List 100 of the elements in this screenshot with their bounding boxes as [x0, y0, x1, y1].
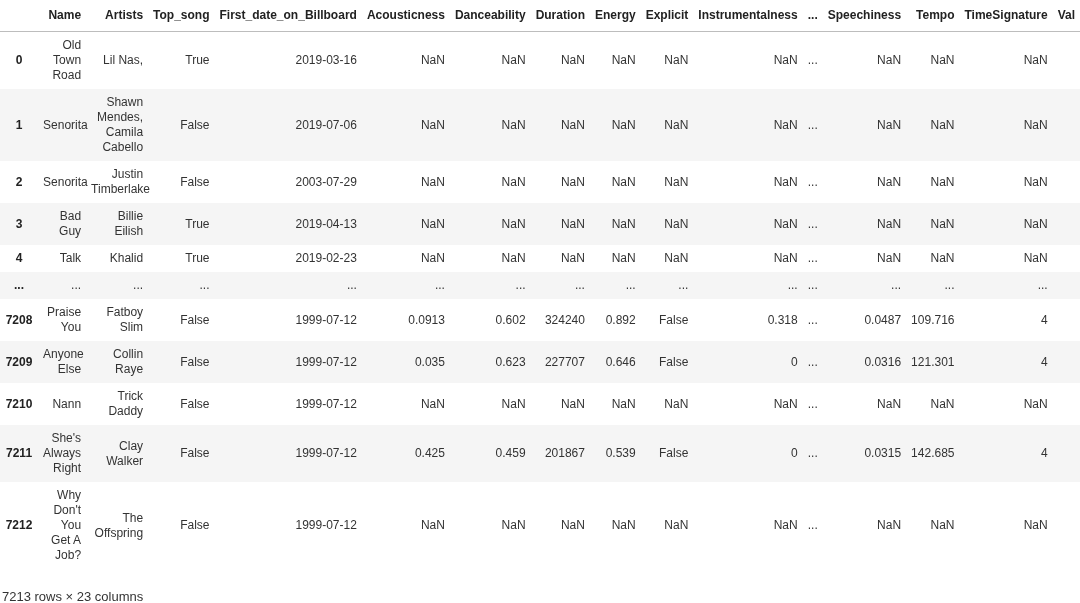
row-index: ... — [0, 272, 39, 299]
table-cell: 0.0913 — [408, 312, 445, 327]
table-cell: ... — [807, 518, 818, 532]
table-cell: 0 — [791, 446, 798, 460]
table-cell: 1999-07-12 — [295, 446, 357, 460]
table-cell: Bad Guy — [59, 209, 82, 238]
table-cell: NaN — [560, 174, 585, 189]
table-cell: NaN — [930, 518, 955, 532]
table-cell: ... — [807, 53, 818, 67]
table-cell: Anyone Else — [43, 347, 84, 376]
table-cell: NaN — [877, 117, 902, 132]
table-cell: 0.0316 — [864, 354, 902, 369]
table-cell: 0.459 — [495, 446, 526, 460]
table-cell: 121.301 — [911, 354, 955, 369]
table-cell: NaN — [930, 53, 955, 67]
table-cell: False — [180, 518, 210, 532]
table-cell: NaN — [1023, 117, 1048, 132]
table-cell: ... — [199, 278, 210, 292]
table-cell: NaN — [560, 53, 585, 67]
table-cell: NaN — [664, 174, 689, 189]
table-cell: NaN — [501, 117, 526, 132]
table-cell: ... — [515, 278, 526, 292]
table-cell: ... — [574, 278, 585, 292]
table-cell: NaN — [877, 251, 902, 265]
table-cell: True — [185, 53, 210, 67]
table-cell: False — [659, 312, 689, 327]
table-cell: ... — [678, 278, 689, 292]
table-cell: ... — [346, 278, 357, 292]
table-cell: NaN — [773, 117, 798, 132]
table-cell: NaN — [664, 216, 689, 231]
table-cell: NaN — [1023, 53, 1048, 67]
table-cell: NaN — [773, 216, 798, 231]
table-cell: NaN — [664, 396, 689, 411]
table-cell: Talk — [59, 251, 82, 265]
table-cell: 2019-04-13 — [295, 216, 357, 231]
table-cell: 1999-07-12 — [295, 312, 357, 327]
column-header: Artists — [86, 0, 149, 32]
table-cell: 0.646 — [605, 354, 636, 369]
table-cell: False — [180, 174, 210, 189]
table-cell: NaN — [560, 518, 585, 532]
table-cell: 2003-07-29 — [295, 174, 357, 189]
table-cell: NaN — [664, 251, 689, 265]
table-cell: 2019-02-23 — [295, 251, 357, 265]
table-cell: NaN — [773, 174, 798, 189]
table-cell: 227707 — [544, 354, 585, 369]
table-cell: NaN — [560, 216, 585, 231]
table-cell: 4 — [1040, 312, 1048, 327]
table-cell: Why Don't You Get A Job? — [51, 488, 82, 562]
table-cell: ... — [625, 278, 636, 292]
table-cell: NaN — [501, 216, 526, 231]
table-cell: Billie Eilish — [114, 209, 144, 238]
table-cell: 4 — [1040, 446, 1048, 460]
table-cell: NaN — [611, 174, 636, 189]
table-cell: 0.318 — [767, 312, 798, 327]
table-cell: NaN — [773, 396, 798, 411]
table-cell: Khalid — [109, 251, 144, 265]
table-cell: NaN — [611, 117, 636, 132]
row-index: 2 — [0, 161, 39, 203]
column-header: Tempo — [906, 0, 960, 32]
row-index: 7210 — [0, 383, 39, 425]
table-cell: NaN — [930, 216, 955, 231]
table-cell: NaN — [664, 53, 689, 67]
table-cell: NaN — [1023, 174, 1048, 189]
table-cell: 109.716 — [911, 312, 955, 327]
table-cell: Trick Daddy — [108, 389, 144, 418]
table-cell: 2019-07-06 — [295, 117, 357, 132]
table-cell: ... — [807, 216, 818, 231]
table-cell: False — [659, 446, 689, 460]
table-cell: NaN — [420, 174, 445, 189]
table-cell: NaN — [877, 518, 902, 532]
table-cell: True — [185, 216, 210, 231]
table-cell: NaN — [877, 53, 902, 67]
row-index: 7209 — [0, 341, 39, 383]
table-cell: NaN — [1023, 251, 1048, 265]
column-header: Explicit — [640, 0, 694, 32]
table-cell: 4 — [1040, 354, 1048, 369]
table-cell: ... — [807, 446, 818, 460]
table-cell: 0.623 — [495, 354, 526, 369]
table-cell: False — [180, 396, 210, 411]
table-cell: 0.892 — [605, 312, 636, 327]
table-cell: ... — [133, 278, 144, 292]
table-cell: Old Town Road — [52, 38, 82, 82]
column-header: Danceability — [449, 0, 531, 32]
table-cell: 2019-03-16 — [295, 53, 357, 67]
table-cell: 0.602 — [495, 312, 526, 327]
table-cell: ... — [434, 278, 445, 292]
table-cell: ... — [807, 117, 818, 132]
table-cell: Senorita — [43, 117, 88, 132]
table-cell: Senorita — [43, 174, 88, 189]
table-cell: NaN — [1023, 396, 1048, 411]
table-cell: False — [180, 312, 210, 327]
table-cell: NaN — [560, 117, 585, 132]
table-cell: NaN — [560, 396, 585, 411]
table-cell: NaN — [501, 174, 526, 189]
table-cell: NaN — [930, 174, 955, 189]
table-cell: Fatboy Slim — [106, 305, 144, 334]
table-cell: NaN — [877, 174, 902, 189]
table-cell: NaN — [501, 396, 526, 411]
table-cell: Lil Nas, — [103, 53, 144, 67]
column-header: Instrumentalness — [693, 0, 803, 32]
